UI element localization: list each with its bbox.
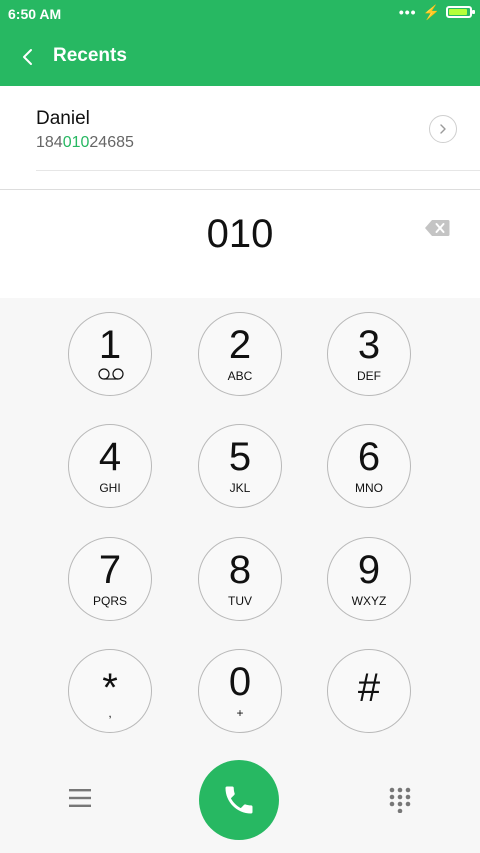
- key-letters: DEF: [357, 369, 381, 383]
- charging-bolt-icon: ⚡: [422, 4, 440, 20]
- key-4[interactable]: 4 GHI: [68, 424, 152, 508]
- dialed-number: 010: [206, 212, 274, 256]
- key-digit: 9: [357, 548, 381, 592]
- number-prefix: 184: [36, 134, 63, 151]
- key-letters: TUV: [228, 594, 252, 608]
- status-bar: 6:50 AM ••• ⚡: [0, 0, 480, 28]
- key-letters: JKL: [229, 481, 251, 495]
- key-9[interactable]: 9 WXYZ: [327, 537, 411, 621]
- divider: [36, 170, 480, 171]
- key-1[interactable]: 1: [68, 312, 152, 396]
- key-digit: 1: [98, 323, 122, 367]
- key-letters: ABC: [227, 369, 253, 383]
- key-2[interactable]: 2 ABC: [198, 312, 282, 396]
- phone-icon: [225, 786, 253, 814]
- key-letters: MNO: [355, 481, 383, 495]
- key-digit: #: [357, 666, 381, 710]
- key-5[interactable]: 5 JKL: [198, 424, 282, 508]
- key-6[interactable]: 6 MNO: [327, 424, 411, 508]
- backspace-icon[interactable]: [424, 219, 450, 237]
- signal-dots-icon: •••: [398, 4, 417, 20]
- call-button[interactable]: [199, 760, 279, 840]
- key-3[interactable]: 3 DEF: [327, 312, 411, 396]
- voicemail-icon: [98, 368, 124, 380]
- key-letters: WXYZ: [351, 594, 387, 608]
- key-digit: 8: [228, 548, 252, 592]
- key-letters: ,: [108, 706, 112, 720]
- key-hash[interactable]: #: [327, 649, 411, 733]
- menu-icon[interactable]: [68, 787, 92, 809]
- key-letters: PQRS: [92, 594, 127, 608]
- contact-number: 18401024685: [36, 134, 134, 152]
- battery-icon: [446, 6, 475, 18]
- number-suffix: 24685: [89, 134, 134, 151]
- page-title: Recents: [53, 45, 127, 66]
- key-7[interactable]: 7 PQRS: [68, 537, 152, 621]
- key-digit: 0: [228, 660, 252, 704]
- contact-name: Daniel: [36, 108, 90, 129]
- key-digit: 7: [98, 548, 122, 592]
- key-star[interactable]: * ,: [68, 649, 152, 733]
- number-match-highlight: 010: [62, 134, 90, 151]
- key-0[interactable]: 0 +: [198, 649, 282, 733]
- chevron-right-icon: [440, 124, 446, 134]
- key-digit: 6: [357, 435, 381, 479]
- key-digit: *: [102, 666, 118, 710]
- key-letters: +: [236, 706, 244, 720]
- chevron-left-icon[interactable]: [16, 45, 40, 69]
- dialpad-icon[interactable]: [389, 787, 411, 813]
- dial-keypad: 1 2 ABC 3 DEF 4 GHI 5 JKL 6 MNO 7 PQRS 8…: [0, 298, 480, 853]
- key-digit: 4: [98, 435, 122, 479]
- key-8[interactable]: 8 TUV: [198, 537, 282, 621]
- contact-result-row[interactable]: Daniel 18401024685: [0, 86, 480, 174]
- status-icons: ••• ⚡: [398, 4, 475, 20]
- dialed-number-display: 010: [0, 190, 480, 298]
- contact-details-button[interactable]: [429, 115, 457, 143]
- key-letters: GHI: [99, 481, 121, 495]
- app-bar: Recents: [0, 28, 480, 86]
- key-digit: 2: [228, 323, 252, 367]
- key-digit: 5: [228, 435, 252, 479]
- key-digit: 3: [357, 323, 381, 367]
- status-time: 6:50 AM: [8, 6, 62, 22]
